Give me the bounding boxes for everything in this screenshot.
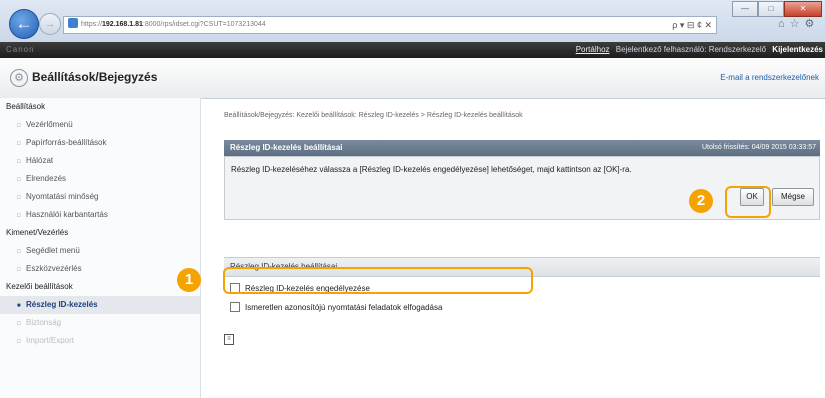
maximize-button[interactable]: □ (758, 1, 784, 17)
sidebar-group-admin-settings[interactable]: Kezelői beállítások (0, 278, 200, 296)
email-admin-link[interactable]: E-mail a rendszerkezelőnek (720, 73, 819, 82)
sidebar-item-network[interactable]: □ Hálózat (0, 152, 200, 170)
address-bar[interactable]: https://192.168.1.81:8000/rps/idset.cgi?… (63, 16, 717, 34)
cancel-button[interactable]: Mégse (772, 188, 814, 206)
sidebar-item-help-menu[interactable]: □ Segédlet menü (0, 242, 200, 260)
address-tools[interactable]: ρ ▾ ⊟ ¢ ✕ (672, 17, 712, 33)
brand-logo: Canon (6, 45, 35, 54)
page-title-bar: ⚙ Beállítások/Bejegyzés E-mail a rendsze… (0, 58, 825, 99)
sidebar-item-department-id[interactable]: ■ Részleg ID-kezelés (0, 296, 200, 314)
site-icon (68, 18, 78, 28)
logout-link[interactable]: Kijelentkezés (772, 45, 823, 54)
sidebar-item-layout[interactable]: □ Elrendezés (0, 170, 200, 188)
checkbox-box[interactable] (230, 302, 240, 312)
sidebar-item-security[interactable]: □ Biztonság (0, 314, 200, 332)
settings-icon: ⚙ (10, 69, 28, 87)
sidebar-group-output-control[interactable]: Kimenet/Vezérlés (0, 224, 200, 242)
minimize-button[interactable]: — (732, 1, 758, 17)
forward-button[interactable]: → (39, 13, 61, 35)
callout-highlight-ok (725, 186, 771, 218)
panel-title: Részleg ID-kezelés beállításai (230, 143, 343, 152)
breadcrumb: Beállítások/Bejegyzés: Kezelői beállítás… (224, 112, 523, 119)
url-host: 192.168.1.81 (102, 21, 143, 28)
sidebar-item-print-quality[interactable]: □ Nyomtatási minőség (0, 188, 200, 206)
sidebar-item-import-export[interactable]: □ Import/Export (0, 332, 200, 350)
sidebar-item-paper-source[interactable]: □ Papírforrás-beállítások (0, 134, 200, 152)
window-controls: — □ ✕ (732, 1, 822, 17)
instruction-text: Részleg ID-kezeléséhez válassza a [Részl… (231, 165, 632, 174)
sidebar: Beállítások □ Vezérlőmenü □ Papírforrás-be… (0, 98, 201, 398)
callout-highlight-checkbox (223, 267, 533, 294)
browser-chrome: — □ ✕ ← → https://192.168.1.81:8000/rps/… (0, 0, 825, 42)
sidebar-item-control-menu[interactable]: □ Vezérlőmenü (0, 116, 200, 134)
login-user-info: Bejelentkező felhasználó: Rendszerkezelő (615, 45, 767, 54)
toolbar-icons[interactable]: ⌂☆⚙ (778, 17, 819, 30)
favorites-icon[interactable]: ☆ (790, 18, 805, 30)
top-header-bar: Canon Portálhoz Bejelentkező felhasználó… (0, 42, 825, 58)
sidebar-group-settings[interactable]: Beállítások (0, 98, 200, 116)
checkbox-label: Ismeretlen azonosítójú nyomtatási felada… (245, 303, 443, 312)
last-update: Utolsó frissítés: 04/09 2015 03:33:57 (701, 144, 816, 151)
portal-link[interactable]: Portálhoz (576, 45, 610, 54)
panel-header: Részleg ID-kezelés beállításai Utolsó fr… (224, 140, 820, 156)
back-button[interactable]: ← (9, 9, 39, 39)
close-window-button[interactable]: ✕ (784, 1, 822, 17)
page-title: Beállítások/Bejegyzés (32, 70, 158, 84)
sidebar-item-device-control[interactable]: □ Eszközvezérlés (0, 260, 200, 278)
settings-gear-icon[interactable]: ⚙ (805, 18, 820, 30)
callout-badge-2: 2 (689, 189, 713, 213)
home-icon[interactable]: ⌂ (778, 18, 790, 30)
sidebar-item-user-maintenance[interactable]: □ Használói karbantartás (0, 206, 200, 224)
document-icon[interactable]: ≡ (224, 334, 234, 345)
url-path: :8000/rps/idset.cgi?CSUT=1073213044 (142, 21, 266, 28)
url-prefix: https:// (81, 21, 103, 28)
callout-badge-1: 1 (177, 268, 201, 292)
accept-unknown-id-jobs-checkbox[interactable]: Ismeretlen azonosítójú nyomtatási felada… (230, 302, 442, 312)
